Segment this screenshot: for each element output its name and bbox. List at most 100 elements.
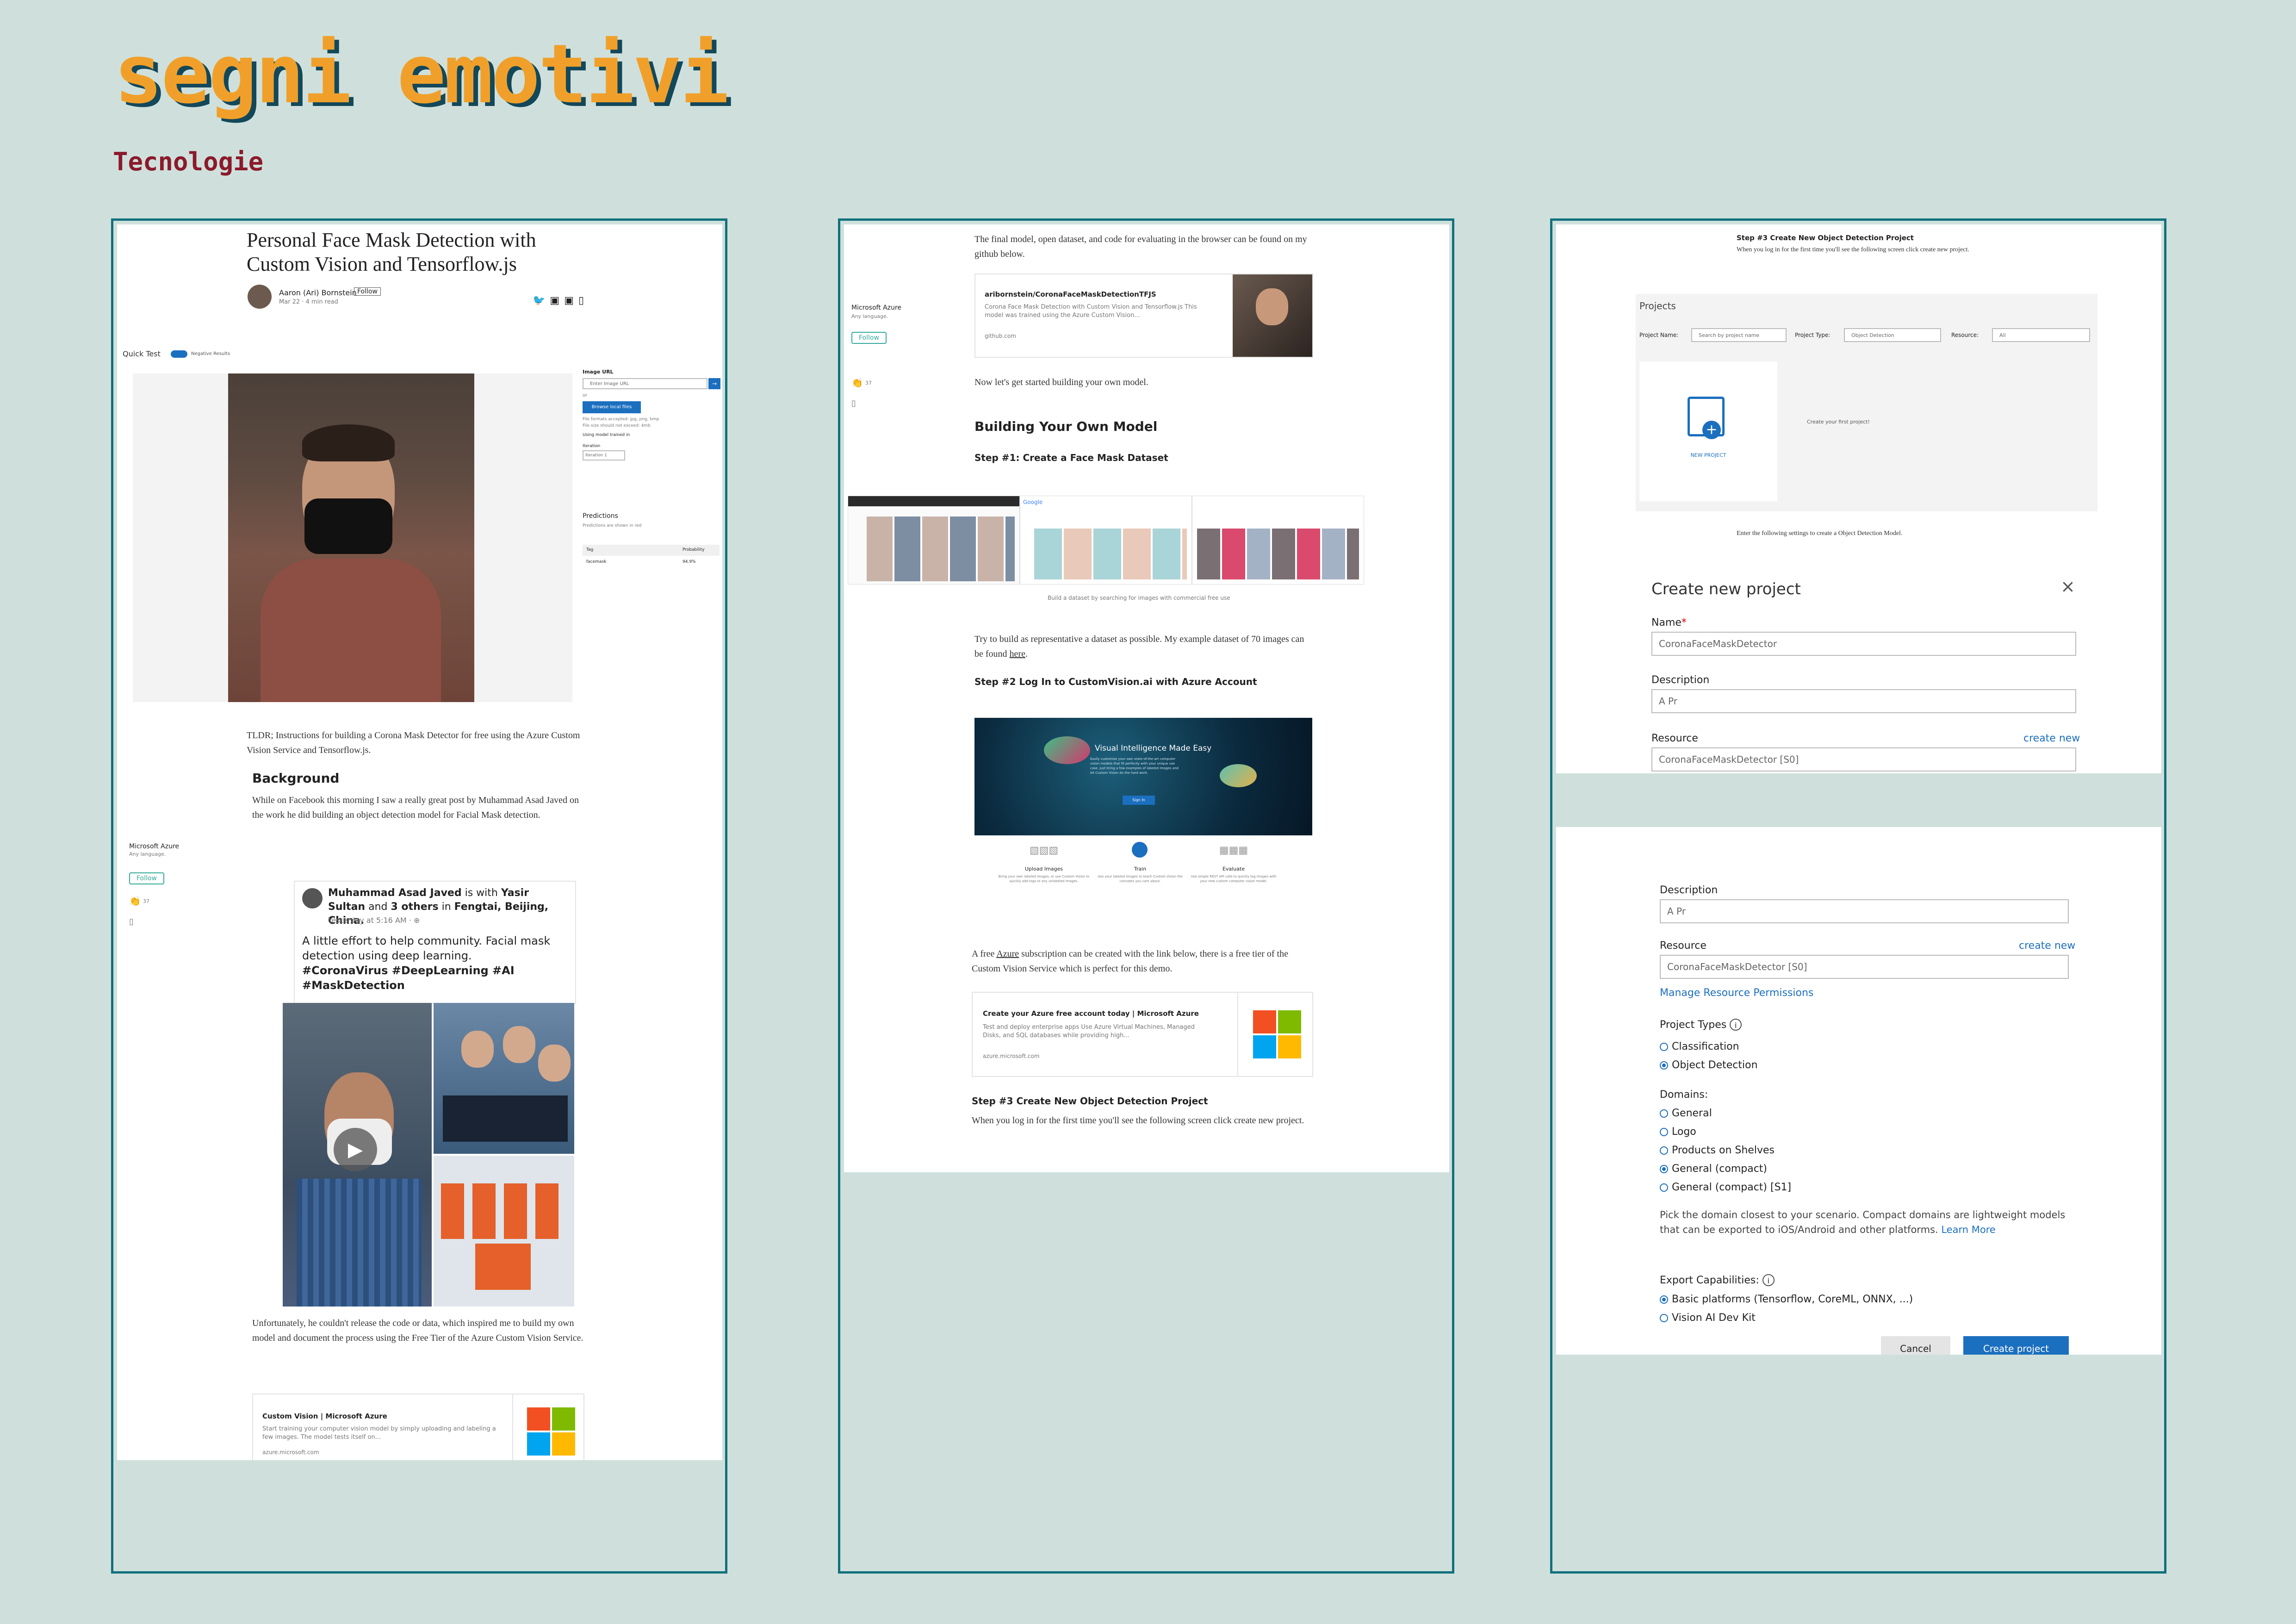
object-detection-radio[interactable]: Object Detection [1660, 1059, 1758, 1071]
project-type-label: Project Type: [1795, 332, 1831, 338]
create-project-button[interactable]: Create project [1963, 1336, 2069, 1355]
cancel-button[interactable]: Cancel [1881, 1336, 1950, 1355]
fb-photo-team [434, 1156, 574, 1307]
domain-general-compact-s1-radio[interactable]: General (compact) [S1] [1660, 1182, 1791, 1193]
side-bookmark-icon[interactable]: ▯ [129, 917, 134, 927]
domain-logo-radio[interactable]: Logo [1660, 1126, 1696, 1138]
azure-free-account-card[interactable]: Create your Azure free account today | M… [972, 992, 1313, 1077]
negative-results-toggle[interactable] [171, 350, 187, 358]
info-icon[interactable]: i [1730, 1019, 1742, 1031]
clap-count: 37 [865, 380, 872, 386]
evaluate-desc: Use simple REST API calls to quickly tag… [1191, 875, 1277, 883]
facebook-icon[interactable]: ▣ [564, 295, 578, 306]
side-publication[interactable]: Microsoft Azure [851, 304, 901, 311]
resource-filter-select[interactable]: All [1992, 328, 2090, 342]
browse-files-button[interactable]: Browse local files [583, 401, 641, 413]
side-bookmark-icon[interactable]: ▯ [851, 398, 856, 408]
article-page-2: The final model, open dataset, and code … [844, 224, 1449, 1172]
resource-select[interactable]: CoronaFaceMaskDetector [S0] [1651, 747, 2076, 772]
article-page-1: Personal Face Mask Detection with Custom … [117, 224, 722, 1460]
google-logo-icon: Google [1023, 499, 1043, 505]
fb-video-thumbnail[interactable]: ▶ [283, 1003, 432, 1307]
submit-url-icon[interactable]: → [708, 378, 720, 389]
sign-in-button[interactable]: Sign In [1123, 796, 1155, 805]
info-icon[interactable]: i [1762, 1274, 1775, 1286]
image-search-screenshot [1192, 496, 1364, 585]
create-new-link[interactable]: create new [2023, 733, 2080, 744]
custom-vision-link-card[interactable]: Custom Vision | Microsoft Azure Start tr… [252, 1394, 584, 1460]
play-icon[interactable]: ▶ [334, 1128, 377, 1171]
gh-card-desc: Corona Face Mask Detection with Custom V… [985, 304, 1197, 319]
twitter-icon[interactable]: 🐦 [533, 295, 550, 306]
bookmark-icon[interactable]: ▯ [578, 295, 589, 306]
probability-header: Probability [683, 548, 705, 552]
here-link[interactable]: here [1010, 649, 1025, 659]
new-project-tile[interactable]: + NEW PROJECT [1639, 361, 1777, 501]
predictions-title: Predictions [583, 512, 618, 520]
github-link-card[interactable]: aribornstein/CoronaFaceMaskDetectionTFJS… [974, 274, 1313, 358]
name-label: Name* [1651, 617, 1687, 628]
iteration-select[interactable]: Iteration 1 [583, 450, 625, 460]
export-vision-radio[interactable]: Vision AI Dev Kit [1660, 1312, 1756, 1324]
linkedin-icon[interactable]: ▣ [550, 295, 564, 306]
file-formats-text: File formats accepted: jpg, png, bmp [583, 417, 659, 422]
clap-icon[interactable]: 👏 [129, 896, 141, 907]
domain-general-compact-radio[interactable]: General (compact) [1660, 1163, 1767, 1175]
background-paragraph: While on Facebook this morning I saw a r… [252, 795, 579, 820]
negative-results-label: Negative Results [191, 351, 230, 356]
az-card-title: Create your Azure free account today | M… [983, 1009, 1199, 1018]
radio-selected-icon [1660, 1061, 1668, 1070]
building-heading: Building Your Own Model [974, 419, 1158, 434]
cv-feature-row: ▧▧▧ Upload Images Bring your own labeled… [974, 835, 1312, 905]
step1-heading: Step #1: Create a Face Mask Dataset [974, 452, 1168, 463]
share-icons[interactable]: 🐦▣▣▯ [533, 295, 589, 306]
panel-article-intro: Personal Face Mask Detection with Custom … [111, 218, 727, 1574]
article-title: Personal Face Mask Detection with Custom … [247, 229, 536, 275]
close-icon[interactable]: × [2060, 576, 2075, 597]
radio-icon [1660, 1043, 1668, 1051]
image-url-input[interactable]: Enter Image URL [583, 378, 707, 389]
cv-card-title: Custom Vision | Microsoft Azure [262, 1412, 387, 1420]
project-name-search[interactable]: Search by project name [1691, 328, 1787, 342]
project-name-input[interactable]: CoronaFaceMaskDetector [1651, 632, 2076, 656]
az-card-desc: Test and deploy enterprise apps Use Azur… [983, 1024, 1195, 1039]
cv-projects-page: Step #3 Create New Object Detection Proj… [1556, 224, 2161, 773]
file-size-text: File size should not exceed: 4mb [583, 423, 651, 428]
radio-selected-icon [1660, 1165, 1668, 1173]
projects-title: Projects [1639, 300, 1676, 311]
create-new-link[interactable]: create new [2019, 940, 2075, 952]
visual-intelligence-sub: Easily customize your own state-of-the-a… [1090, 757, 1179, 775]
dialog-title: Create new project [1651, 580, 1801, 598]
clap-count: 37 [143, 898, 149, 904]
train-label: Train [1134, 866, 1147, 872]
projects-area: Projects Project Name: Search by project… [1636, 294, 2097, 511]
project-type-select[interactable]: Object Detection [1844, 328, 1941, 342]
radio-icon [1660, 1128, 1668, 1136]
try-build-paragraph: Try to build as representative a dataset… [974, 634, 1304, 659]
description-input[interactable]: A Pr [1651, 689, 2076, 713]
domain-general-radio[interactable]: General [1660, 1108, 1712, 1119]
classification-radio[interactable]: Classification [1660, 1041, 1739, 1052]
side-follow-button[interactable]: Follow [851, 332, 887, 344]
manage-permissions-link[interactable]: Manage Resource Permissions [1660, 987, 1813, 999]
side-follow-button[interactable]: Follow [129, 872, 164, 884]
author-name[interactable]: Aaron (Ari) Bornstein [279, 288, 357, 297]
description-label: Description [1651, 674, 1710, 686]
page-title: segni emotivi [114, 27, 729, 122]
description-input[interactable]: A Pr [1660, 899, 2069, 923]
radio-selected-icon [1660, 1295, 1668, 1304]
learn-more-link[interactable]: Learn More [1941, 1224, 1995, 1235]
facebook-post-card: Muhammad Asad Javed is with Yasir Sultan… [294, 881, 576, 1004]
resource-select[interactable]: CoronaFaceMaskDetector [S0] [1660, 955, 2069, 979]
fb-avatar [302, 888, 323, 908]
author-avatar[interactable] [248, 285, 272, 309]
predictions-note: Predictions are shown in red [583, 523, 642, 528]
author-follow-button[interactable]: Follow [354, 287, 381, 296]
add-icon: + [1702, 421, 1721, 439]
evaluate-label: Evaluate [1222, 866, 1245, 872]
azure-link[interactable]: Azure [996, 949, 1019, 959]
export-basic-radio[interactable]: Basic platforms (Tensorflow, CoreML, ONN… [1660, 1294, 1913, 1305]
domain-products-radio[interactable]: Products on Shelves [1660, 1145, 1775, 1156]
side-publication[interactable]: Microsoft Azure [129, 843, 179, 850]
clap-icon[interactable]: 👏 [851, 377, 863, 388]
